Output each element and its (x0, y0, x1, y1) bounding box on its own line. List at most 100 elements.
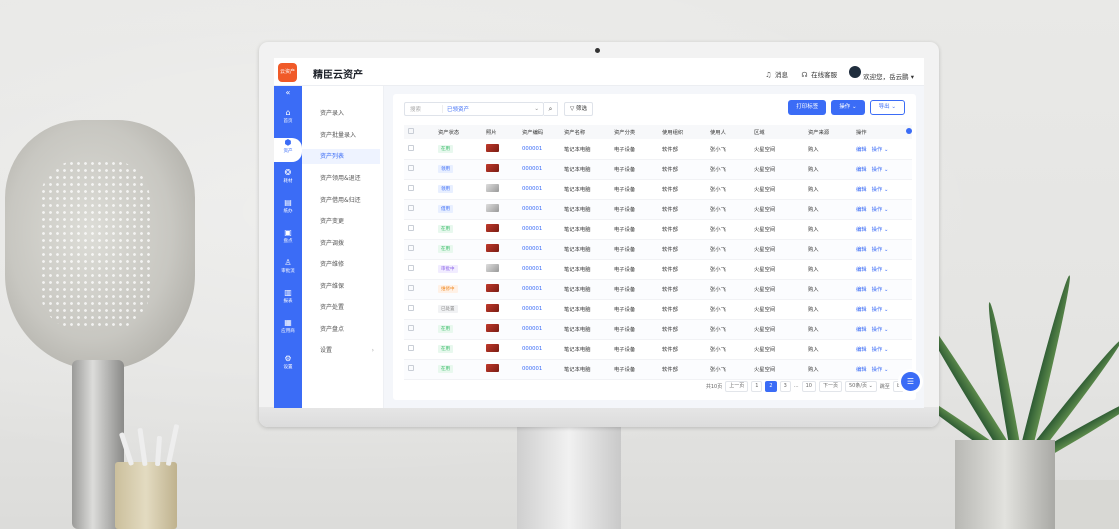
rail-item-reports[interactable]: ▥ 报表 (274, 288, 302, 312)
rail-item-apps[interactable]: ▦ 应用商 (274, 318, 302, 342)
table-row[interactable]: 借用 000001 笔记本电脑 电子设备 软件部 张小飞 火星空间 购入 编辑 操作 ⌄ (404, 199, 912, 220)
table-row[interactable]: 审批中 000001 笔记本电脑 电子设备 软件部 张小飞 火星空间 购入 编辑 操作 ⌄ (404, 259, 912, 280)
column-settings-cell[interactable] (902, 125, 912, 139)
row-select-cell[interactable] (404, 179, 434, 200)
table-row[interactable]: 已处置 000001 笔记本电脑 电子设备 软件部 张小飞 火星空间 购入 编辑 操作 ⌄ (404, 299, 912, 320)
col-header[interactable]: 资产状态 (434, 125, 482, 139)
col-header[interactable]: 区域 (750, 125, 804, 139)
collapse-button[interactable]: « (274, 88, 302, 102)
rail-item-consumables[interactable]: ❂ 耗材 (274, 168, 302, 192)
row-operate-dropdown[interactable]: 操作 ⌄ (872, 267, 889, 273)
asset-photo-thumbnail[interactable] (486, 284, 499, 292)
submenu-item[interactable]: 资产处置 (302, 300, 380, 315)
edit-link[interactable]: 编辑 (856, 307, 867, 313)
rail-item-office[interactable]: ▤ 纸办 (274, 198, 302, 222)
edit-link[interactable]: 编辑 (856, 327, 867, 333)
operate-button[interactable]: 操作 ⌄ (831, 100, 865, 115)
table-row[interactable]: 在用 000001 笔记本电脑 电子设备 软件部 张小飞 火星空间 购入 编辑 操作 ⌄ (404, 359, 912, 380)
asset-code-link[interactable]: 000001 (522, 226, 542, 232)
asset-code-link[interactable]: 000001 (522, 266, 542, 272)
row-select-cell[interactable] (404, 159, 434, 180)
page-button[interactable]: 3 (779, 381, 791, 392)
submenu-item[interactable]: 资产批量录入 (302, 128, 380, 143)
table-row[interactable]: 在用 000001 笔记本电脑 电子设备 软件部 张小飞 火星空间 购入 编辑 操作 ⌄ (404, 319, 912, 340)
submenu-item[interactable]: 资产变更 (302, 214, 380, 229)
submenu-item[interactable]: 资产调拨 (302, 236, 380, 251)
asset-photo-thumbnail[interactable] (486, 264, 499, 272)
table-row[interactable]: 在用 000001 笔记本电脑 电子设备 软件部 张小飞 火星空间 购入 编辑 操作 ⌄ (404, 239, 912, 260)
row-select-cell[interactable] (404, 339, 434, 360)
edit-link[interactable]: 编辑 (856, 367, 867, 373)
submenu-item[interactable]: 资产盘点 (302, 322, 380, 337)
table-row[interactable]: 在用 000001 笔记本电脑 电子设备 软件部 张小飞 火星空间 购入 编辑 操作 ⌄ (404, 219, 912, 240)
table-row[interactable]: 在用 000001 笔记本电脑 电子设备 软件部 张小飞 火星空间 购入 编辑 操作 ⌄ (404, 139, 912, 160)
asset-photo-thumbnail[interactable] (486, 204, 499, 212)
edit-link[interactable]: 编辑 (856, 227, 867, 233)
table-row[interactable]: 领用 000001 笔记本电脑 电子设备 软件部 张小飞 火星空间 购入 编辑 操作 ⌄ (404, 159, 912, 180)
asset-photo-thumbnail[interactable] (486, 324, 499, 332)
select-all-checkbox[interactable] (408, 128, 414, 134)
row-operate-dropdown[interactable]: 操作 ⌄ (872, 307, 889, 313)
edit-link[interactable]: 编辑 (856, 187, 867, 193)
col-header[interactable]: 资产分类 (610, 125, 658, 139)
row-checkbox[interactable] (408, 345, 414, 351)
rail-item-home[interactable]: ⌂ 首页 (274, 108, 302, 132)
app-logo[interactable]: 云资产 (278, 63, 297, 82)
filter-button[interactable]: ▽ 筛选 (564, 102, 593, 116)
asset-photo-thumbnail[interactable] (486, 184, 499, 192)
row-operate-dropdown[interactable]: 操作 ⌄ (872, 247, 889, 253)
submenu-item[interactable]: 资产借用&归还 (302, 193, 380, 208)
page-button[interactable]: 10 (801, 381, 816, 392)
page-button[interactable]: 1 (751, 381, 763, 392)
asset-code-link[interactable]: 000001 (522, 366, 542, 372)
edit-link[interactable]: 编辑 (856, 147, 867, 153)
asset-photo-thumbnail[interactable] (486, 364, 499, 372)
row-checkbox[interactable] (408, 285, 414, 291)
row-operate-dropdown[interactable]: 操作 ⌄ (872, 287, 889, 293)
asset-code-link[interactable]: 000001 (522, 346, 542, 352)
asset-code-link[interactable]: 000001 (522, 306, 542, 312)
row-checkbox[interactable] (408, 325, 414, 331)
user-menu[interactable]: 欢迎您，岳云鹏 ▾ (849, 66, 914, 81)
asset-type-select[interactable]: 已领资产 (443, 105, 534, 113)
row-checkbox[interactable] (408, 165, 414, 171)
asset-photo-thumbnail[interactable] (486, 244, 499, 252)
asset-photo-thumbnail[interactable] (486, 344, 499, 352)
asset-code-link[interactable]: 000001 (522, 146, 542, 152)
col-header[interactable]: 使用人 (706, 125, 750, 139)
asset-code-link[interactable]: 000001 (522, 206, 542, 212)
row-select-cell[interactable] (404, 279, 434, 300)
table-row[interactable]: 在用 000001 笔记本电脑 电子设备 软件部 张小飞 火星空间 购入 编辑 操作 ⌄ (404, 339, 912, 360)
edit-link[interactable]: 编辑 (856, 167, 867, 173)
submenu-item[interactable]: 资产维保 (302, 279, 380, 294)
submenu-item[interactable]: 资产录入 (302, 106, 380, 121)
row-operate-dropdown[interactable]: 操作 ⌄ (872, 227, 889, 233)
page-size-select[interactable]: 50条/页 ⌄ (844, 381, 877, 392)
print-label-button[interactable]: 打印标签 (788, 100, 827, 115)
asset-code-link[interactable]: 000001 (522, 166, 542, 172)
row-select-cell[interactable] (404, 239, 434, 260)
row-operate-dropdown[interactable]: 操作 ⌄ (872, 327, 889, 333)
rail-item-settings[interactable]: ⚙ 设置 (274, 354, 302, 378)
asset-photo-thumbnail[interactable] (486, 164, 499, 172)
row-select-cell[interactable] (404, 359, 434, 380)
asset-code-link[interactable]: 000001 (522, 246, 542, 252)
asset-photo-thumbnail[interactable] (486, 304, 499, 312)
asset-code-link[interactable]: 000001 (522, 186, 542, 192)
edit-link[interactable]: 编辑 (856, 207, 867, 213)
row-checkbox[interactable] (408, 265, 414, 271)
asset-code-link[interactable]: 000001 (522, 326, 542, 332)
submenu-item-settings[interactable]: 设置 › (302, 343, 380, 358)
row-select-cell[interactable] (404, 139, 434, 160)
row-select-cell[interactable] (404, 219, 434, 240)
row-select-cell[interactable] (404, 199, 434, 220)
row-checkbox[interactable] (408, 185, 414, 191)
row-checkbox[interactable] (408, 225, 414, 231)
row-operate-dropdown[interactable]: 操作 ⌄ (872, 347, 889, 353)
col-header[interactable]: 资产名称 (560, 125, 610, 139)
page-button-active[interactable]: 2 (765, 381, 777, 392)
asset-code-link[interactable]: 000001 (522, 286, 542, 292)
edit-link[interactable]: 编辑 (856, 347, 867, 353)
table-row[interactable]: 领用 000001 笔记本电脑 电子设备 软件部 张小飞 火星空间 购入 编辑 操作 ⌄ (404, 179, 912, 200)
next-page-button[interactable]: 下一页 (818, 381, 842, 392)
